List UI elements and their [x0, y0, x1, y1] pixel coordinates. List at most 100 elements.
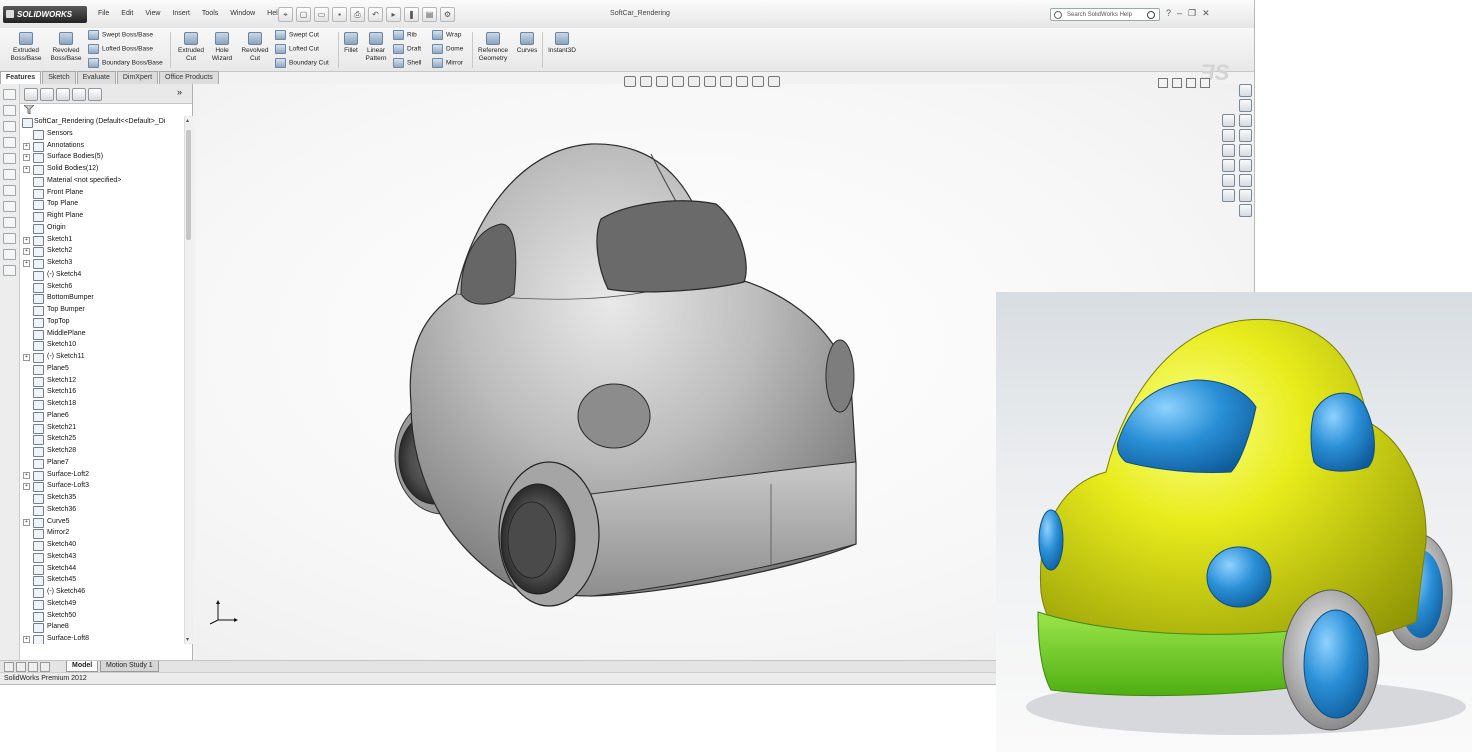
tree-item[interactable]: + Sketch3 — [20, 257, 184, 269]
new-document-icon[interactable]: ▢ — [296, 7, 311, 22]
tool-icon[interactable] — [3, 121, 16, 132]
select-icon[interactable]: ▸ — [386, 7, 401, 22]
configurationmanager-tab-icon[interactable] — [56, 88, 70, 101]
tree-item[interactable]: Sketch36 — [20, 504, 184, 516]
revolved-cut-button[interactable]: Revolved Cut — [238, 32, 272, 63]
undo-icon[interactable]: ↶ — [368, 7, 383, 22]
tree-item[interactable]: Sketch40 — [20, 539, 184, 551]
zoom-to-fit-icon[interactable] — [624, 76, 636, 87]
tree-item[interactable]: Sketch45 — [20, 574, 184, 587]
expand-toggle-icon[interactable]: + — [23, 636, 30, 643]
view-orientation-icon[interactable] — [688, 76, 700, 87]
tool-icon[interactable] — [3, 233, 16, 244]
tab-evaluate[interactable]: Evaluate — [76, 71, 116, 84]
minimize-icon[interactable]: – — [1177, 8, 1182, 19]
options-icon[interactable]: ⚙ — [440, 7, 455, 22]
tree-item[interactable]: Origin — [20, 222, 184, 234]
expand-toggle-icon[interactable]: + — [23, 354, 30, 361]
custom-properties-icon[interactable] — [1239, 174, 1252, 187]
hole-wizard-button[interactable]: Hole Wizard — [208, 32, 236, 63]
tree-item[interactable]: (-) Sketch46 — [20, 586, 184, 598]
tool-icon[interactable] — [3, 265, 16, 276]
expand-toggle-icon[interactable]: + — [23, 518, 30, 526]
edit-appearance-icon[interactable] — [736, 76, 748, 87]
tree-item[interactable]: Sketch50 — [20, 610, 184, 622]
toolbar-button-icon[interactable] — [1222, 174, 1235, 187]
tree-item[interactable]: Plane8 — [20, 621, 184, 634]
previous-view-icon[interactable] — [656, 76, 668, 87]
tab-sketch[interactable]: Sketch — [42, 71, 76, 84]
scroll-up-icon[interactable]: ▴ — [186, 117, 189, 124]
toolbar-button-icon[interactable] — [1222, 159, 1235, 172]
tree-item[interactable]: MiddlePlane — [20, 328, 184, 340]
hide-show-items-icon[interactable] — [720, 76, 732, 87]
solidworks-logo[interactable]: SOLIDWORKS — [3, 6, 87, 23]
tool-icon[interactable] — [3, 105, 16, 116]
rebuild-icon[interactable]: ❚ — [404, 7, 419, 22]
tree-item[interactable]: Sketch10 — [20, 339, 184, 352]
viewport-minimize-icon[interactable] — [1158, 78, 1168, 88]
display-style-icon[interactable] — [704, 76, 716, 87]
reference-geometry-button[interactable]: Reference Geometry — [474, 32, 512, 63]
tree-item[interactable]: Sketch49 — [20, 598, 184, 610]
viewport-close-icon[interactable] — [1200, 78, 1210, 88]
apply-scene-icon[interactable] — [752, 76, 764, 87]
lofted-cut-button[interactable]: Lofted Cut — [275, 44, 319, 54]
solidworks-forum-icon[interactable] — [1239, 189, 1252, 202]
tree-item[interactable]: (-) Sketch4 — [20, 269, 184, 281]
boundary-cut-button[interactable]: Boundary Cut — [275, 58, 329, 68]
tree-item[interactable]: Top Bumper — [20, 304, 184, 316]
toolbar-button-icon[interactable] — [1222, 114, 1235, 127]
mirror-button[interactable]: Mirror — [432, 58, 463, 68]
featuremanager-tab-icon[interactable] — [24, 88, 38, 101]
expand-chevron-icon[interactable]: » — [177, 87, 189, 98]
design-library-icon[interactable] — [1239, 99, 1252, 112]
tool-icon[interactable] — [3, 89, 16, 100]
toolbar-button-icon[interactable] — [1222, 129, 1235, 142]
open-folder-icon[interactable]: ▭ — [314, 7, 329, 22]
tree-item[interactable]: Sketch44 — [20, 563, 184, 575]
tree-item[interactable]: Material <not specified> — [20, 175, 184, 187]
pin-icon[interactable]: ⌖ — [278, 7, 293, 22]
rib-button[interactable]: Rib — [393, 30, 417, 40]
expand-toggle-icon[interactable]: + — [23, 260, 30, 267]
instant3d-button[interactable]: Instant3D — [544, 32, 580, 55]
shell-button[interactable]: Shell — [393, 58, 421, 68]
fillet-button[interactable]: Fillet — [340, 32, 362, 55]
tab-office-products[interactable]: Office Products — [159, 71, 219, 84]
tree-item[interactable]: Mirror2 — [20, 527, 184, 540]
tree-item[interactable]: Top Plane — [20, 198, 184, 211]
linear-pattern-button[interactable]: Linear Pattern — [362, 32, 390, 63]
close-icon[interactable]: ✕ — [1202, 8, 1210, 19]
print-icon[interactable]: ⎙ — [350, 7, 365, 22]
tree-item[interactable]: BottomBumper — [20, 292, 184, 305]
tree-item[interactable]: Sensors — [20, 128, 184, 140]
appearances-icon[interactable] — [1239, 159, 1252, 172]
toolbar-button-icon[interactable] — [1222, 144, 1235, 157]
search-results-icon[interactable] — [1239, 129, 1252, 142]
tree-item[interactable]: Sketch25 — [20, 433, 184, 446]
tool-icon[interactable] — [3, 153, 16, 164]
expand-toggle-icon[interactable]: + — [23, 483, 30, 491]
tool-icon[interactable] — [3, 137, 16, 148]
search-help-input[interactable]: Search SolidWorks Help — [1050, 8, 1160, 21]
section-view-icon[interactable] — [672, 76, 684, 87]
tree-item[interactable]: Plane5 — [20, 363, 184, 375]
tree-item[interactable]: Sketch28 — [20, 445, 184, 457]
tree-item[interactable]: + Surface-Loft2 — [20, 469, 184, 481]
dome-button[interactable]: Dome — [432, 44, 463, 54]
revolved-boss-button[interactable]: Revolved Boss/Base — [48, 32, 84, 63]
tree-item[interactable]: Right Plane — [20, 210, 184, 222]
expand-toggle-icon[interactable]: + — [23, 248, 30, 256]
tree-item[interactable]: + (-) Sketch11 — [20, 351, 184, 363]
expand-toggle-icon[interactable]: + — [23, 236, 30, 244]
solidworks-resources-icon[interactable] — [1239, 84, 1252, 97]
wrap-button[interactable]: Wrap — [432, 30, 461, 40]
tree-item[interactable]: TopTop — [20, 316, 184, 328]
first-tab-icon[interactable] — [4, 662, 14, 672]
tree-item[interactable]: + Annotations — [20, 140, 184, 152]
tree-item[interactable]: Sketch21 — [20, 422, 184, 434]
tree-item[interactable]: + Sketch2 — [20, 245, 184, 258]
zoom-to-area-icon[interactable] — [640, 76, 652, 87]
magnifier-icon[interactable] — [1147, 11, 1155, 19]
